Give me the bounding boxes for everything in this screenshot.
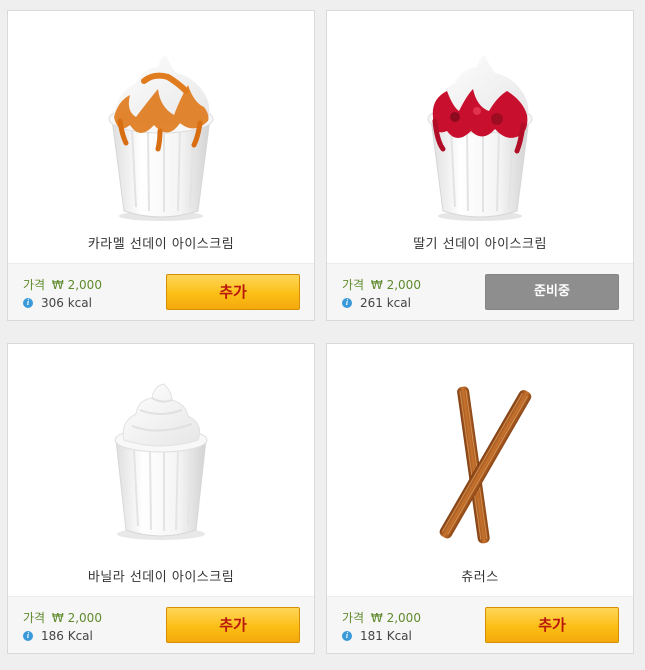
card-footer: 가격 ₩ 2,000 i 306 kcal 추가 [8,263,314,320]
calorie-value: 261 kcal [360,296,411,310]
add-button[interactable]: 추가 [485,607,619,643]
price-label: 가격 [23,278,46,292]
price-value: ₩ 2,000 [370,278,421,292]
vanilla-sundae-image [8,344,314,562]
price-value: ₩ 2,000 [51,278,102,292]
info-icon[interactable]: i [342,298,352,308]
card-footer: 가격 ₩ 2,000 i 186 Kcal 추가 [8,596,314,653]
calorie-line: i 306 kcal [23,296,92,310]
calorie-line: i 261 kcal [342,296,411,310]
price-label: 가격 [342,611,365,625]
card-footer: 가격 ₩ 2,000 i 181 Kcal 추가 [327,596,633,653]
price-line: 가격 ₩ 2,000 [23,609,102,626]
price-value: ₩ 2,000 [51,611,102,625]
info-icon[interactable]: i [23,631,33,641]
preparing-button: 준비중 [485,274,619,310]
calorie-value: 181 Kcal [360,629,412,643]
calorie-value: 306 kcal [41,296,92,310]
product-name: 바닐라 선데이 아이스크림 [87,570,235,585]
card-footer: 가격 ₩ 2,000 i 261 kcal 준비중 [327,263,633,320]
strawberry-sundae-image [327,11,633,229]
product-name: 카라멜 선데이 아이스크림 [87,237,235,252]
price-value: ₩ 2,000 [370,611,421,625]
info-icon[interactable]: i [342,631,352,641]
product-card: 딸기 선데이 아이스크림 가격 ₩ 2,000 i 261 kcal 준비중 [326,10,634,321]
add-button[interactable]: 추가 [166,274,300,310]
price-label: 가격 [23,611,46,625]
product-name: 츄러스 [461,570,499,585]
price-line: 가격 ₩ 2,000 [342,276,421,293]
price-label: 가격 [342,278,365,292]
info-icon[interactable]: i [23,298,33,308]
calorie-line: i 181 Kcal [342,629,412,643]
calorie-value: 186 Kcal [41,629,93,643]
product-card: 츄러스 가격 ₩ 2,000 i 181 Kcal 추가 [326,343,634,654]
caramel-sundae-image [8,11,314,229]
calorie-line: i 186 Kcal [23,629,93,643]
add-button[interactable]: 추가 [166,607,300,643]
product-name: 딸기 선데이 아이스크림 [413,237,547,252]
product-card: 카라멜 선데이 아이스크림 가격 ₩ 2,000 i 306 kcal 추가 [7,10,315,321]
churros-image [327,344,633,562]
product-card: 바닐라 선데이 아이스크림 가격 ₩ 2,000 i 186 Kcal 추가 [7,343,315,654]
price-line: 가격 ₩ 2,000 [342,609,421,626]
price-line: 가격 ₩ 2,000 [23,276,102,293]
